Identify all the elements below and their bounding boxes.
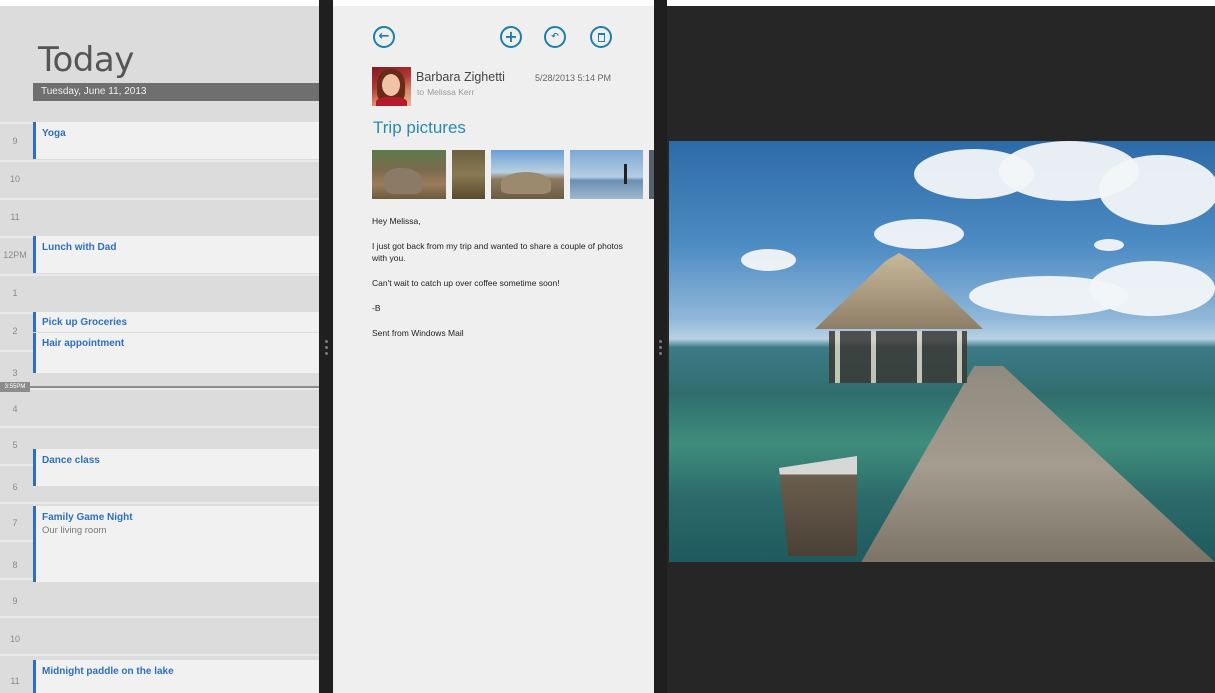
current-time-line [0,386,319,388]
hour-label: 7 [12,518,18,528]
hour-label: 6 [12,482,18,492]
hour-row[interactable]: 10 [0,160,319,196]
delete-button[interactable] [590,26,612,48]
current-time-label: 3:55PM [0,382,30,392]
new-message-button[interactable]: + [500,26,522,48]
delete-icon [597,33,605,42]
body-paragraph: Can't wait to catch up over coffee somet… [372,278,560,288]
event-title: Dance class [42,455,100,466]
pier [859,366,1215,562]
calendar-title: Today [38,40,134,80]
pier-photo-image[interactable] [669,141,1215,562]
back-button[interactable]: ← [373,26,395,48]
message-subject: Trip pictures [373,118,466,137]
hour-row[interactable]: 1 [0,274,319,310]
sent-timestamp: 5/28/2013 5:14 PM [535,73,612,83]
event-title: Hair appointment [42,338,125,349]
hour-label: 12PM [3,250,27,260]
back-arrow-icon: ← [378,29,390,44]
photo-viewer-pane [667,6,1215,693]
hour-row[interactable]: 4 [0,388,319,424]
pane-splitter[interactable] [319,0,333,693]
event-pick-up-groceries[interactable]: Pick up Groceries [33,312,319,332]
attachment-thumbnail[interactable] [491,150,564,199]
event-lunch-with-dad[interactable]: Lunch with Dad [33,236,319,273]
hour-label: 10 [9,634,20,644]
hour-label: 9 [12,596,18,606]
body-paragraph: Sent from Windows Mail [372,328,464,338]
splitter-grip-icon[interactable] [659,340,662,358]
recipient-line: to Melissa Kerr [417,87,474,97]
event-title: Midnight paddle on the lake [42,666,174,677]
attachment-thumbnail[interactable] [452,150,485,199]
sender-name[interactable]: Barbara Zighetti [416,70,505,84]
pane-splitter[interactable] [654,0,667,693]
hour-row[interactable]: 10 [0,616,319,652]
hour-label: 4 [12,404,18,414]
event-dance-class[interactable]: Dance class [33,449,319,486]
hour-label: 11 [10,212,20,222]
calendar-date-header: Tuesday, June 11, 2013 [33,83,319,101]
sender-avatar [372,67,411,106]
hour-row[interactable]: 9 [0,578,319,614]
event-title: Pick up Groceries [42,317,128,328]
hour-row[interactable]: 11 [0,198,319,234]
reply-button[interactable]: ↶ [544,26,566,48]
event-yoga[interactable]: Yoga [33,122,319,159]
body-paragraph: -B [372,303,381,313]
bench [779,456,857,556]
event-title: Family Game Night [42,512,133,523]
hour-label: 8 [12,560,18,570]
add-icon: + [504,27,518,46]
to-label: to [417,87,425,97]
event-title: Lunch with Dad [42,242,117,253]
hut [829,331,967,383]
hour-label: 9 [12,136,18,146]
thatched-roof [815,253,983,329]
body-paragraph: Hey Melissa, [372,216,421,226]
event-hair-appointment[interactable]: Hair appointment [33,333,319,373]
event-family-game-night[interactable]: Family Game Night Our living room [33,506,319,582]
event-location: Our living room [42,525,107,536]
hour-label: 10 [9,174,20,184]
hour-label: 2 [12,326,18,336]
reply-icon: ↶ [551,32,559,42]
attachment-thumbnail[interactable] [570,150,643,199]
hour-label: 11 [10,676,20,686]
hour-label: 1 [12,288,18,298]
event-midnight-paddle[interactable]: Midnight paddle on the lake [33,660,319,693]
hour-label: 5 [12,440,18,450]
attachment-thumbnail[interactable] [372,150,446,199]
event-title: Yoga [42,128,66,139]
message-body: Hey Melissa, I just got back from my tri… [372,215,632,352]
body-paragraph: I just got back from my trip and wanted … [372,241,623,263]
hour-label: 3 [12,368,18,378]
calendar-pane: Today Tuesday, June 11, 2013 9 10 11 12P… [0,6,319,693]
recipient-name[interactable]: Melissa Kerr [427,87,474,97]
splitter-grip-icon[interactable] [325,340,328,358]
mail-pane: ← + ↶ Barbara Zighetti to Melissa Kerr 5/… [333,6,654,693]
